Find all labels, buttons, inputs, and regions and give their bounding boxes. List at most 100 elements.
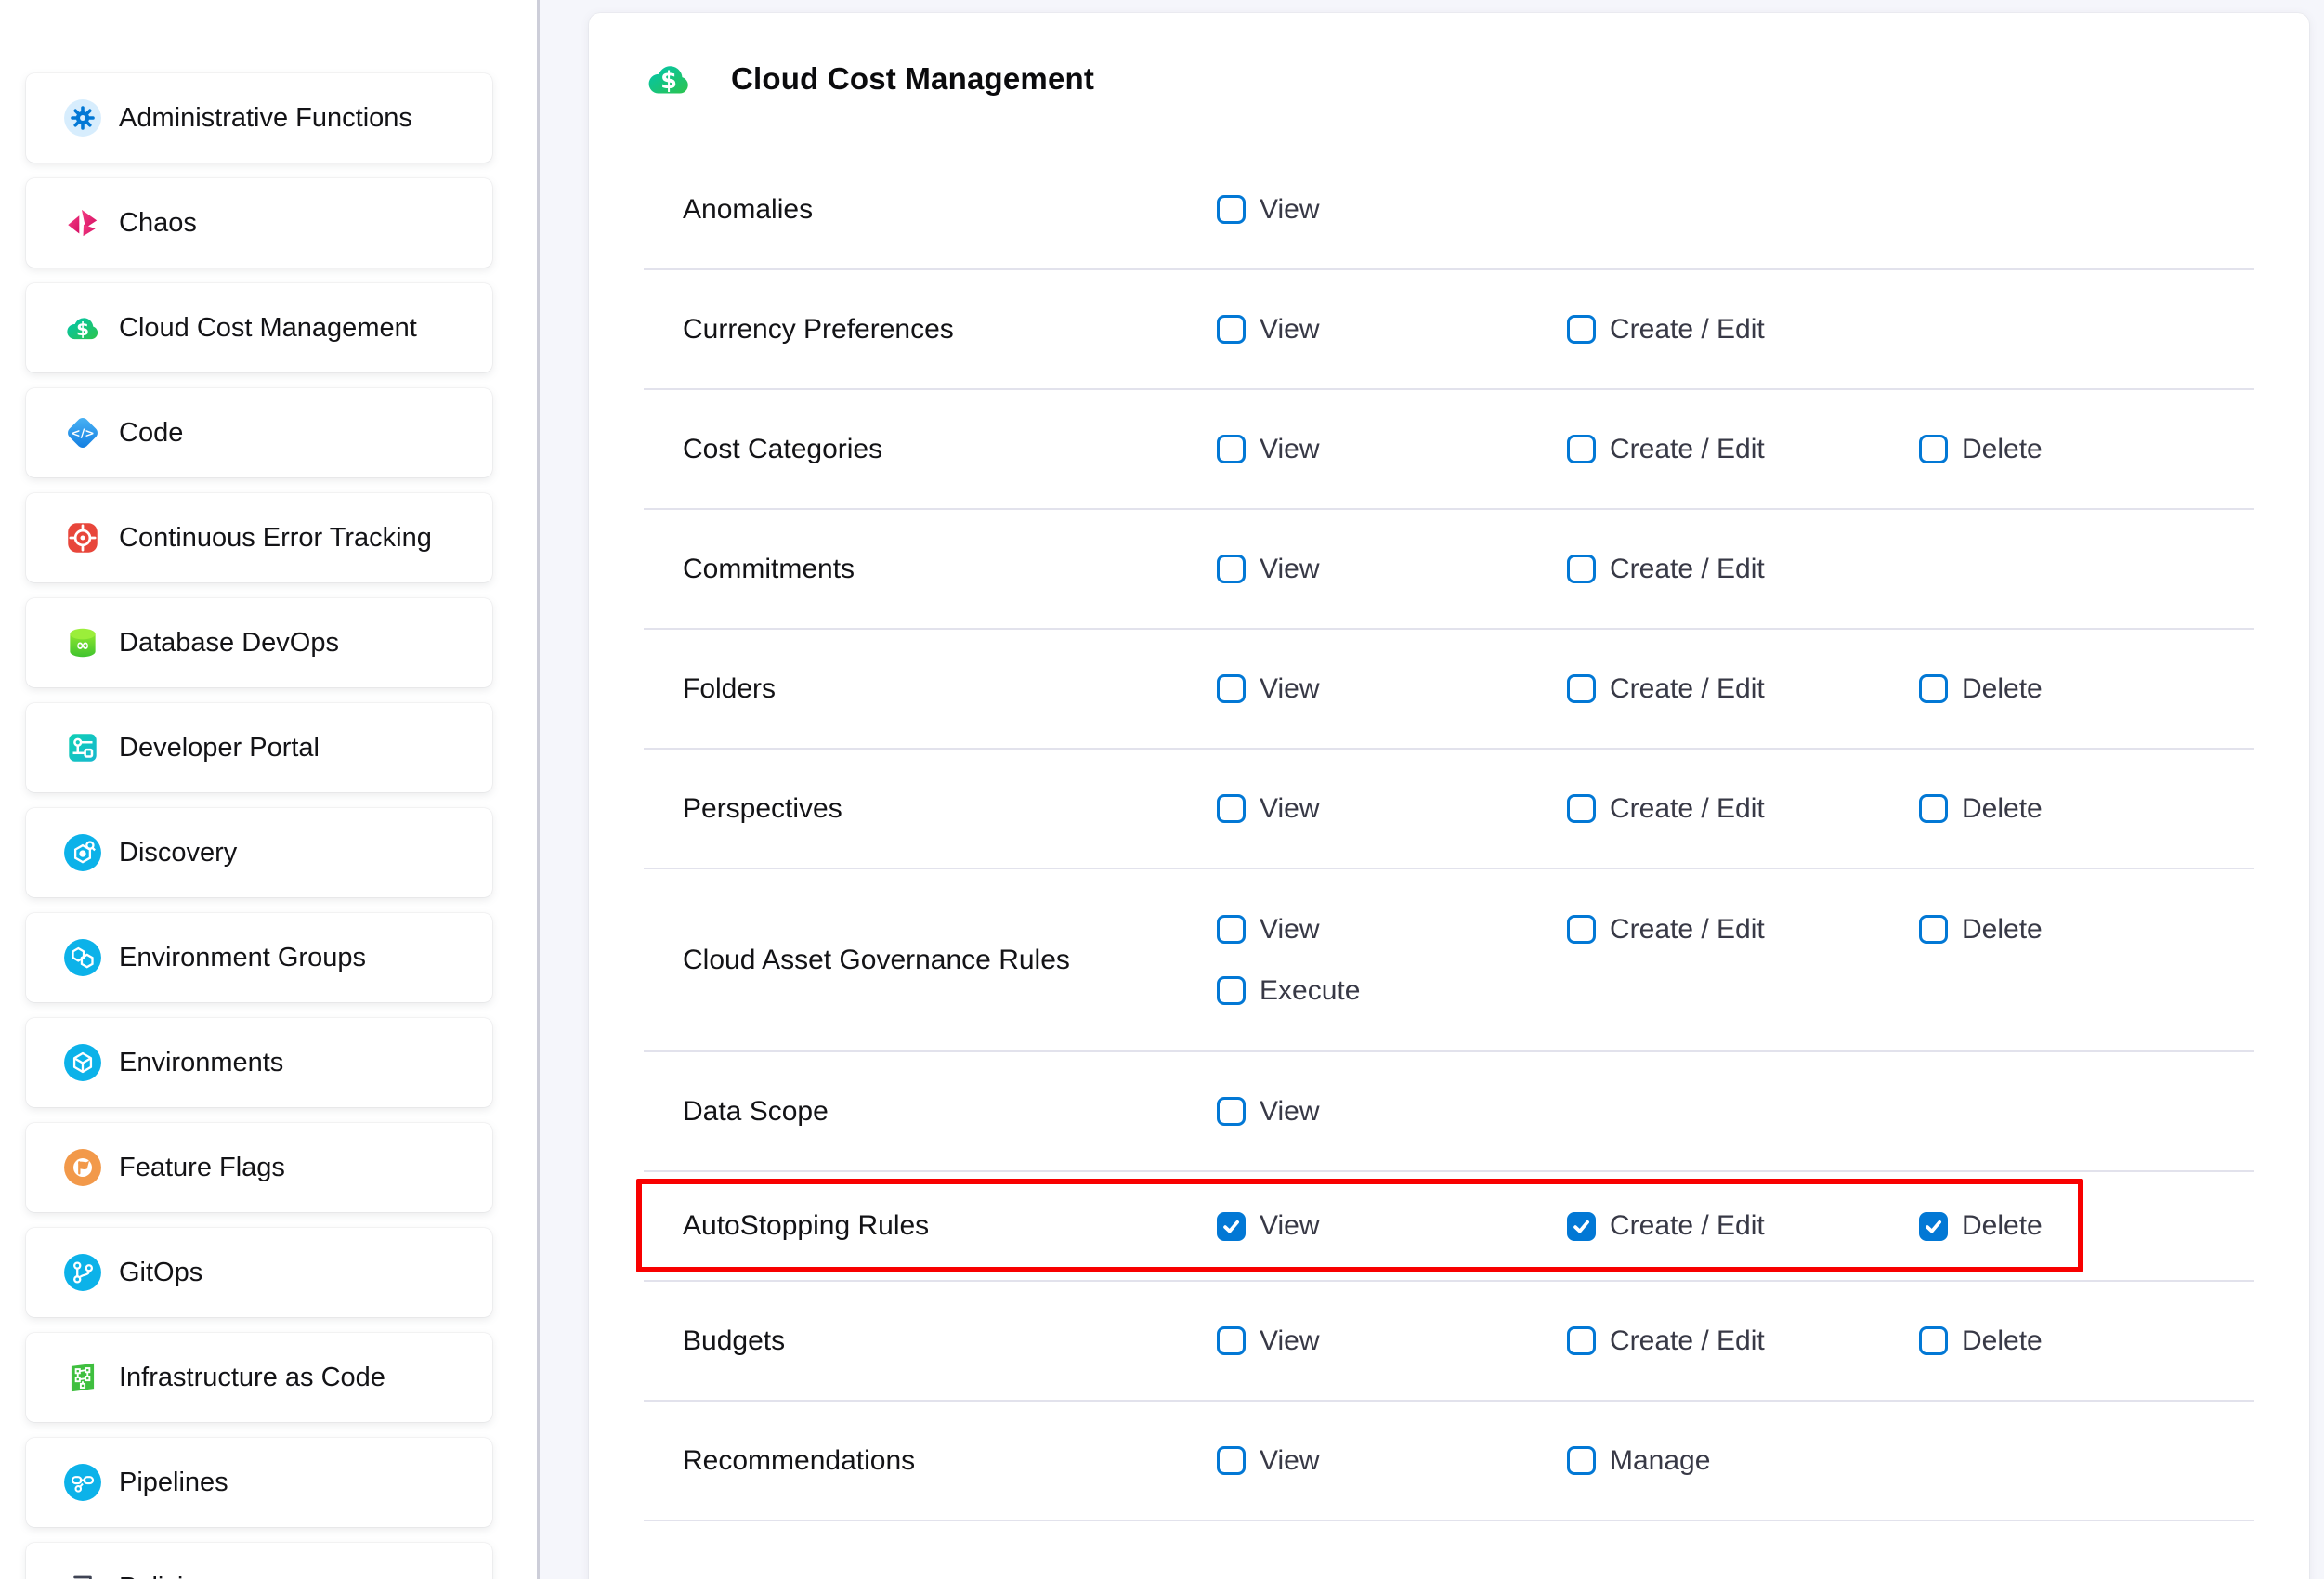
permission-label: View bbox=[1260, 914, 1319, 946]
checkbox-delete[interactable] bbox=[1919, 915, 1948, 944]
sidebar-item-label: Environments bbox=[119, 1048, 283, 1078]
sidebar-item-continuous-error-tracking[interactable]: Continuous Error Tracking bbox=[26, 493, 492, 582]
resource-name: Perspectives bbox=[644, 793, 1217, 825]
panel-header: $ Cloud Cost Management bbox=[644, 13, 2254, 150]
sidebar-item-gitops[interactable]: GitOps bbox=[26, 1228, 492, 1317]
sidebar-item-discovery[interactable]: Discovery bbox=[26, 808, 492, 897]
permission-item: Delete bbox=[1919, 793, 2254, 825]
error-target-icon bbox=[63, 518, 102, 557]
sidebar-item-code[interactable]: </> Code bbox=[26, 388, 492, 477]
checkbox-view[interactable] bbox=[1217, 435, 1246, 463]
resource-name: Recommendations bbox=[644, 1445, 1217, 1477]
sidebar-item-environments[interactable]: Environments bbox=[26, 1018, 492, 1107]
permission-row: PerspectivesView Create / Edit Delete bbox=[644, 750, 2254, 869]
permission-label: View bbox=[1260, 1096, 1319, 1128]
checkbox-view[interactable] bbox=[1217, 1212, 1246, 1241]
permission-label: Create / Edit bbox=[1610, 914, 1765, 946]
checkbox-view[interactable] bbox=[1217, 1097, 1246, 1126]
sidebar-item-label: Infrastructure as Code bbox=[119, 1363, 385, 1393]
permission-line: ViewCreate / EditDelete bbox=[1217, 659, 2254, 720]
cloud-dollar-icon: $ bbox=[644, 54, 694, 104]
permission-item: Create / Edit bbox=[1567, 673, 1919, 705]
checkbox-create-edit[interactable] bbox=[1567, 315, 1596, 344]
sidebar-item-label: Code bbox=[119, 418, 183, 449]
infra-as-code-icon bbox=[63, 1358, 102, 1397]
permission-item: View bbox=[1217, 1325, 1567, 1357]
sidebar-item-label: GitOps bbox=[119, 1258, 202, 1288]
checkbox-create-edit[interactable] bbox=[1567, 435, 1596, 463]
permission-item: Delete bbox=[1919, 914, 2254, 946]
sidebar-item-database-devops[interactable]: ∞Database DevOps bbox=[26, 598, 492, 687]
checkbox-delete[interactable] bbox=[1919, 1212, 1948, 1241]
checkbox-view[interactable] bbox=[1217, 915, 1246, 944]
permission-row: Currency PreferencesViewCreate / Edit bbox=[644, 270, 2254, 390]
permission-item: View bbox=[1217, 793, 1567, 825]
sidebar-item-label: Discovery bbox=[119, 838, 237, 868]
checkbox-execute[interactable] bbox=[1217, 976, 1246, 1005]
permission-item: View bbox=[1217, 314, 1567, 346]
feature-flag-icon bbox=[63, 1148, 102, 1187]
permission-label: View bbox=[1260, 194, 1319, 226]
checkbox-view[interactable] bbox=[1217, 195, 1246, 224]
resource-name: Data Scope bbox=[644, 1096, 1217, 1128]
permission-line: View bbox=[1217, 179, 2254, 241]
checkbox-create-edit[interactable] bbox=[1567, 915, 1596, 944]
svg-text:∞: ∞ bbox=[76, 635, 90, 655]
resource-name: Budgets bbox=[644, 1325, 1217, 1357]
permission-row: AutoStopping RulesViewCreate / EditDelet… bbox=[644, 1172, 2254, 1282]
permission-item: Execute bbox=[1217, 975, 1567, 1007]
sidebar-item-pipelines[interactable]: Pipelines bbox=[26, 1438, 492, 1527]
permission-label: View bbox=[1260, 554, 1319, 585]
sidebar-item-infrastructure-as-code[interactable]: Infrastructure as Code bbox=[26, 1333, 492, 1422]
checkbox-view[interactable] bbox=[1217, 1446, 1246, 1475]
checkbox-view[interactable] bbox=[1217, 555, 1246, 583]
sidebar-item-label: Feature Flags bbox=[119, 1153, 285, 1183]
permission-row: AnomaliesView bbox=[644, 150, 2254, 270]
checkbox-view[interactable] bbox=[1217, 794, 1246, 823]
checkbox-create-edit[interactable] bbox=[1567, 674, 1596, 703]
database-infinity-icon: ∞ bbox=[63, 623, 102, 662]
permission-item: Create / Edit bbox=[1567, 793, 1919, 825]
permission-label: Create / Edit bbox=[1610, 793, 1765, 825]
sidebar-item-policies[interactable]: Policies bbox=[26, 1543, 492, 1579]
permissions-cells: ViewCreate / EditDelete bbox=[1217, 419, 2254, 480]
checkbox-delete[interactable] bbox=[1919, 674, 1948, 703]
permission-row: FoldersViewCreate / EditDelete bbox=[644, 630, 2254, 750]
permission-item: View bbox=[1217, 434, 1567, 465]
permission-row: Cost CategoriesViewCreate / EditDelete bbox=[644, 390, 2254, 510]
checkbox-delete[interactable] bbox=[1919, 1326, 1948, 1355]
permission-item: View bbox=[1217, 1096, 1567, 1128]
checkbox-view[interactable] bbox=[1217, 1326, 1246, 1355]
checkbox-delete[interactable] bbox=[1919, 794, 1948, 823]
checkbox-view[interactable] bbox=[1217, 674, 1246, 703]
permission-row: Data Scope View bbox=[644, 1052, 2254, 1172]
sidebar-item-environment-groups[interactable]: Environment Groups bbox=[26, 913, 492, 1002]
checkbox-create-edit[interactable] bbox=[1567, 555, 1596, 583]
permission-item: View bbox=[1217, 194, 1567, 226]
checkbox-manage[interactable] bbox=[1567, 1446, 1596, 1475]
permission-line: Execute bbox=[1217, 960, 2254, 1022]
permission-label: Delete bbox=[1962, 793, 2043, 825]
permission-label: View bbox=[1260, 1325, 1319, 1357]
sidebar-item-feature-flags[interactable]: Feature Flags bbox=[26, 1123, 492, 1212]
permission-label: Create / Edit bbox=[1610, 1210, 1765, 1242]
checkbox-create-edit[interactable] bbox=[1567, 1212, 1596, 1241]
pipelines-chain-icon bbox=[63, 1463, 102, 1502]
sidebar-item-label: Pipelines bbox=[119, 1468, 228, 1498]
permission-line: View Create / Edit Delete bbox=[1217, 899, 2254, 960]
permission-label: View bbox=[1260, 434, 1319, 465]
checkbox-create-edit[interactable] bbox=[1567, 1326, 1596, 1355]
resource-name: Cloud Asset Governance Rules bbox=[644, 945, 1217, 976]
checkbox-delete[interactable] bbox=[1919, 435, 1948, 463]
svg-text:</>: </> bbox=[71, 426, 95, 440]
permission-item: Create / Edit bbox=[1567, 434, 1919, 465]
chaos-icon bbox=[63, 203, 102, 242]
sidebar-item-administrative-functions[interactable]: Administrative Functions bbox=[26, 73, 492, 163]
checkbox-create-edit[interactable] bbox=[1567, 794, 1596, 823]
sidebar-item-chaos[interactable]: Chaos bbox=[26, 178, 492, 268]
checkbox-view[interactable] bbox=[1217, 315, 1246, 344]
sidebar-item-developer-portal[interactable]: Developer Portal bbox=[26, 703, 492, 792]
sidebar-item-cloud-cost-management[interactable]: $Cloud Cost Management bbox=[26, 283, 492, 372]
permission-label: Delete bbox=[1962, 914, 2043, 946]
permission-item: View bbox=[1217, 914, 1567, 946]
